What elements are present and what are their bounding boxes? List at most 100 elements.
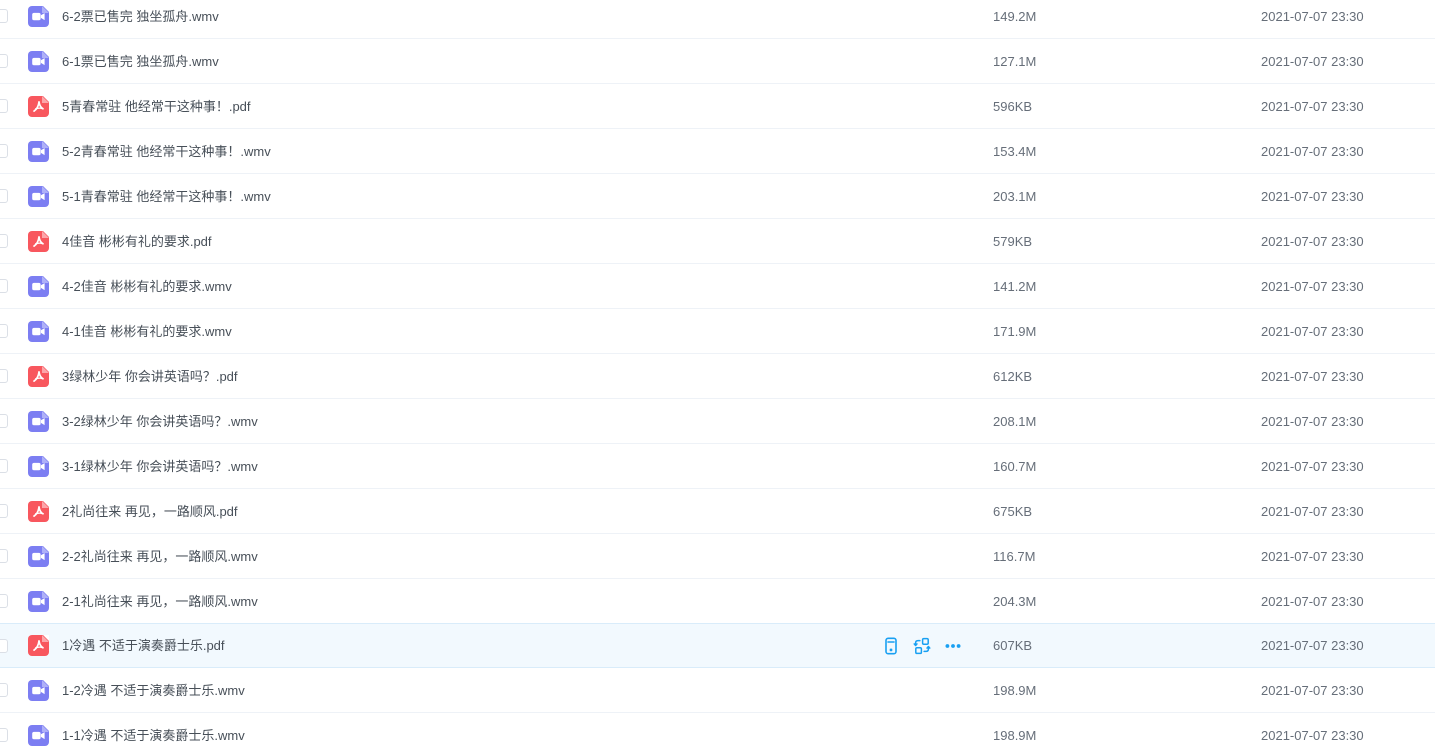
pdf-file-icon — [28, 231, 49, 252]
row-checkbox[interactable] — [0, 54, 8, 68]
row-checkbox[interactable] — [0, 639, 8, 653]
row-checkbox[interactable] — [0, 369, 8, 383]
file-modified-date: 2021-07-07 23:30 — [1261, 728, 1435, 743]
file-name[interactable]: 2-1礼尚往来 再见，一路顺风.wmv — [62, 579, 993, 624]
row-checkbox[interactable] — [0, 144, 8, 158]
file-size: 116.7M — [993, 549, 1261, 564]
file-modified-date: 2021-07-07 23:30 — [1261, 54, 1435, 69]
row-checkbox[interactable] — [0, 594, 8, 608]
file-name[interactable]: 4佳音 彬彬有礼的要求.pdf — [62, 219, 993, 264]
row-checkbox[interactable] — [0, 279, 8, 293]
video-file-icon — [28, 411, 49, 432]
file-name[interactable]: 2-2礼尚往来 再见，一路顺风.wmv — [62, 534, 993, 579]
video-file-icon — [28, 6, 49, 27]
video-file-icon — [28, 456, 49, 477]
file-size: 612KB — [993, 369, 1261, 384]
video-file-icon — [28, 680, 49, 701]
file-name[interactable]: 4-1佳音 彬彬有礼的要求.wmv — [62, 309, 993, 354]
file-modified-date: 2021-07-07 23:30 — [1261, 414, 1435, 429]
file-name[interactable]: 3绿林少年 你会讲英语吗？.pdf — [62, 354, 993, 399]
file-size: 198.9M — [993, 683, 1261, 698]
row-checkbox[interactable] — [0, 504, 8, 518]
file-size: 149.2M — [993, 9, 1261, 24]
file-modified-date: 2021-07-07 23:30 — [1261, 594, 1435, 609]
row-actions — [882, 637, 962, 655]
file-row[interactable]: 5-2青春常驻 他经常干这种事！.wmv — [0, 129, 1435, 174]
file-row[interactable]: 2礼尚往来 再见，一路顺风.pdf — [0, 489, 1435, 534]
pdf-file-icon — [28, 501, 49, 522]
video-file-icon — [28, 591, 49, 612]
file-row[interactable]: 6-1票已售完 独坐孤舟.wmv — [0, 39, 1435, 84]
video-file-icon — [28, 725, 49, 746]
file-row[interactable]: 5青春常驻 他经常干这种事！.pdf — [0, 84, 1435, 129]
file-name[interactable]: 1冷遇 不适于演奏爵士乐.pdf — [62, 623, 882, 668]
file-name[interactable]: 5-2青春常驻 他经常干这种事！.wmv — [62, 129, 993, 174]
file-name[interactable]: 6-1票已售完 独坐孤舟.wmv — [62, 39, 993, 84]
pdf-file-icon — [28, 635, 49, 656]
file-size: 675KB — [993, 504, 1261, 519]
file-row[interactable]: 3-2绿林少年 你会讲英语吗？.wmv — [0, 399, 1435, 444]
file-row[interactable]: 4-1佳音 彬彬有礼的要求.wmv — [0, 309, 1435, 354]
file-row[interactable]: 2-1礼尚往来 再见，一路顺风.wmv — [0, 579, 1435, 624]
row-checkbox[interactable] — [0, 683, 8, 697]
file-modified-date: 2021-07-07 23:30 — [1261, 9, 1435, 24]
file-name[interactable]: 5青春常驻 他经常干这种事！.pdf — [62, 84, 993, 129]
row-checkbox[interactable] — [0, 414, 8, 428]
file-row[interactable]: 1冷遇 不适于演奏爵士乐.pdf — [0, 623, 1435, 668]
file-row[interactable]: 4-2佳音 彬彬有礼的要求.wmv — [0, 264, 1435, 309]
row-checkbox[interactable] — [0, 234, 8, 248]
file-modified-date: 2021-07-07 23:30 — [1261, 99, 1435, 114]
file-modified-date: 2021-07-07 23:30 — [1261, 504, 1435, 519]
file-row[interactable]: 1-1冷遇 不适于演奏爵士乐.wmv — [0, 713, 1435, 747]
file-modified-date: 2021-07-07 23:30 — [1261, 324, 1435, 339]
pdf-file-icon — [28, 96, 49, 117]
transfer-share-icon[interactable] — [913, 637, 931, 655]
file-row[interactable]: 1-2冷遇 不适于演奏爵士乐.wmv — [0, 668, 1435, 713]
file-modified-date: 2021-07-07 23:30 — [1261, 144, 1435, 159]
file-row[interactable]: 3-1绿林少年 你会讲英语吗？.wmv — [0, 444, 1435, 489]
file-name[interactable]: 3-1绿林少年 你会讲英语吗？.wmv — [62, 444, 993, 489]
file-size: 607KB — [993, 638, 1261, 653]
file-modified-date: 2021-07-07 23:30 — [1261, 683, 1435, 698]
file-list: 6-2票已售完 独坐孤舟.wmv — [0, 0, 1435, 747]
video-file-icon — [28, 321, 49, 342]
file-name[interactable]: 5-1青春常驻 他经常干这种事！.wmv — [62, 174, 993, 219]
video-file-icon — [28, 51, 49, 72]
file-name[interactable]: 2礼尚往来 再见，一路顺风.pdf — [62, 489, 993, 534]
row-checkbox[interactable] — [0, 99, 8, 113]
row-checkbox[interactable] — [0, 728, 8, 742]
file-name[interactable]: 3-2绿林少年 你会讲英语吗？.wmv — [62, 399, 993, 444]
file-name[interactable]: 6-2票已售完 独坐孤舟.wmv — [62, 0, 993, 39]
file-modified-date: 2021-07-07 23:30 — [1261, 234, 1435, 249]
row-checkbox[interactable] — [0, 9, 8, 23]
row-checkbox[interactable] — [0, 324, 8, 338]
file-size: 579KB — [993, 234, 1261, 249]
video-file-icon — [28, 546, 49, 567]
file-size: 171.9M — [993, 324, 1261, 339]
file-row[interactable]: 3绿林少年 你会讲英语吗？.pdf — [0, 354, 1435, 399]
file-row[interactable]: 4佳音 彬彬有礼的要求.pdf — [0, 219, 1435, 264]
video-file-icon — [28, 141, 49, 162]
file-size: 141.2M — [993, 279, 1261, 294]
file-row[interactable]: 6-2票已售完 独坐孤舟.wmv — [0, 0, 1435, 39]
row-checkbox[interactable] — [0, 459, 8, 473]
cloud-drive-file-manager: 6-2票已售完 独坐孤舟.wmv — [0, 0, 1435, 747]
file-size: 127.1M — [993, 54, 1261, 69]
file-modified-date: 2021-07-07 23:30 — [1261, 189, 1435, 204]
file-size: 198.9M — [993, 728, 1261, 743]
file-row[interactable]: 5-1青春常驻 他经常干这种事！.wmv — [0, 174, 1435, 219]
file-name[interactable]: 1-1冷遇 不适于演奏爵士乐.wmv — [62, 713, 993, 747]
file-name[interactable]: 4-2佳音 彬彬有礼的要求.wmv — [62, 264, 993, 309]
file-row[interactable]: 2-2礼尚往来 再见，一路顺风.wmv — [0, 534, 1435, 579]
row-checkbox[interactable] — [0, 549, 8, 563]
file-size: 203.1M — [993, 189, 1261, 204]
file-size: 596KB — [993, 99, 1261, 114]
row-checkbox[interactable] — [0, 189, 8, 203]
file-modified-date: 2021-07-07 23:30 — [1261, 369, 1435, 384]
file-modified-date: 2021-07-07 23:30 — [1261, 459, 1435, 474]
send-to-phone-icon[interactable] — [882, 637, 900, 655]
video-file-icon — [28, 276, 49, 297]
more-actions-icon[interactable] — [944, 637, 962, 655]
file-size: 160.7M — [993, 459, 1261, 474]
file-name[interactable]: 1-2冷遇 不适于演奏爵士乐.wmv — [62, 668, 993, 713]
